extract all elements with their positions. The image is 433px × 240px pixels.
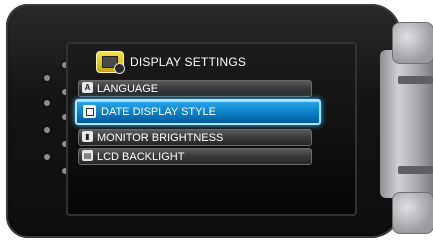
hinge-plate [380,50,433,198]
language-icon: A [82,82,93,93]
display-settings-icon [96,51,125,74]
menu-list: A LANGUAGE DATE DISPLAY STYLE ▮ MONITOR … [75,80,321,167]
menu-item-label: LCD BACKLIGHT [97,150,185,163]
hinge-slot [398,76,433,84]
date-display-icon [83,105,96,118]
sensor-dot[interactable] [44,127,50,133]
menu-item-lcd-backlight[interactable]: ▤ LCD BACKLIGHT [78,148,312,165]
backlight-icon: ▤ [82,150,93,161]
menu-title: DISPLAY SETTINGS [130,55,247,69]
menu-item-label: MONITOR BRIGHTNESS [97,131,224,144]
hinge-slot [398,166,433,174]
hinge-knob [392,22,433,64]
menu-item-monitor-brightness[interactable]: ▮ MONITOR BRIGHTNESS [78,129,312,146]
brightness-icon: ▮ [82,131,93,142]
hinge-knob [392,192,433,234]
gear-icon [114,63,125,74]
sensor-dot[interactable] [44,154,50,160]
menu-header: DISPLAY SETTINGS [96,50,246,74]
sensor-dot[interactable] [44,75,50,81]
menu-item-label: DATE DISPLAY STYLE [101,106,216,118]
menu-item-label: LANGUAGE [97,82,159,95]
sensor-dot[interactable] [44,100,50,106]
menu-item-date-display-style[interactable]: DATE DISPLAY STYLE [75,99,321,125]
lcd-hinge [380,16,433,234]
menu-item-language[interactable]: A LANGUAGE [78,80,312,97]
